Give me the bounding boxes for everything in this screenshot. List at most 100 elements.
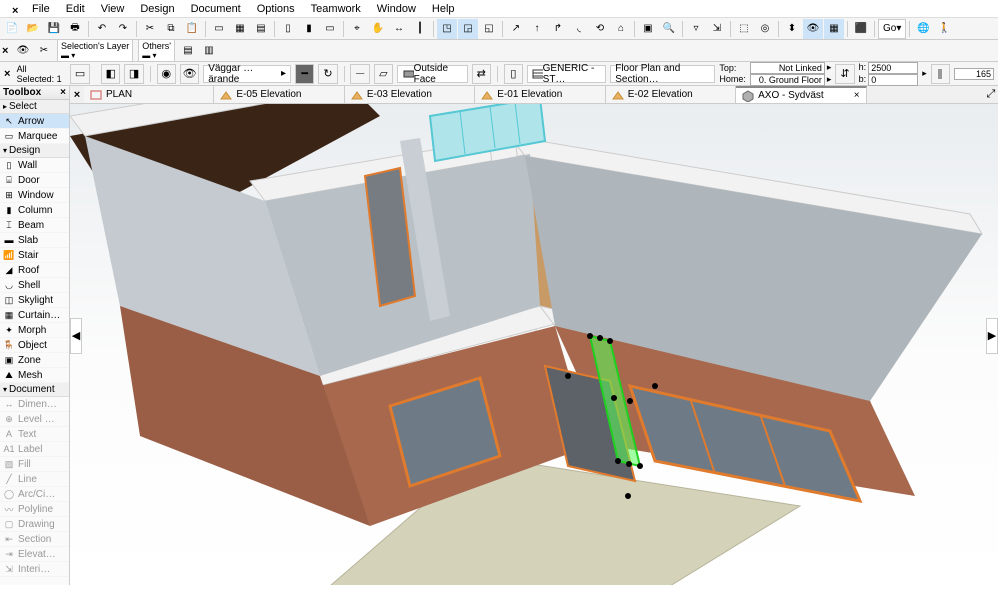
tool-label[interactable]: A1Label	[0, 442, 69, 457]
app-close-icon[interactable]: ×	[4, 3, 20, 15]
ref-line-field[interactable]: Outside Face	[397, 65, 468, 83]
save-icon[interactable]: 💾	[44, 19, 64, 39]
tool-slab[interactable]: ▬Slab	[0, 233, 69, 248]
tool-polyline[interactable]: 〰Polyline	[0, 502, 69, 517]
group-design[interactable]: ▾Design	[0, 144, 69, 158]
view-rotate-right-icon[interactable]: ▶	[986, 318, 998, 354]
vertical-icon[interactable]: ┃	[410, 19, 430, 39]
grid-c-icon[interactable]: ▭	[320, 19, 340, 39]
ruler-icon[interactable]: ↔	[389, 19, 409, 39]
tabs-close-icon[interactable]: ×	[70, 86, 84, 103]
tab-axo[interactable]: AXO - Sydväst ×	[736, 86, 866, 103]
tool-window[interactable]: ⊞Window	[0, 188, 69, 203]
person-icon[interactable]: 🚶	[934, 19, 954, 39]
others-layer-selector[interactable]: Others' ▬ ▾	[138, 39, 175, 62]
info-close-icon[interactable]: ×	[4, 68, 13, 80]
toolbox-close-icon[interactable]: ×	[60, 87, 66, 98]
tab-e05[interactable]: E-05 Elevation	[214, 86, 344, 103]
3d-viewport[interactable]: ◀ ▶	[70, 86, 998, 585]
floorplan-field[interactable]: Floor Plan and Section…	[610, 65, 715, 83]
tab-e01[interactable]: E-01 Elevation	[475, 86, 605, 103]
shading-icon[interactable]: ▥	[199, 41, 219, 61]
ref-b-icon[interactable]: ⏥	[374, 64, 393, 84]
menu-window[interactable]: Window	[369, 1, 424, 17]
tool-fill[interactable]: ▨Fill	[0, 457, 69, 472]
eye-icon[interactable]: 👁	[803, 19, 823, 39]
pick-icon[interactable]: ⌖	[347, 19, 367, 39]
tool-section[interactable]: ⇤Section	[0, 532, 69, 547]
arrow-curve-icon[interactable]: ↱	[548, 19, 568, 39]
tool-wall[interactable]: ▯Wall	[0, 158, 69, 173]
home-step-icon[interactable]: ▸	[827, 74, 832, 85]
top-step-icon[interactable]: ▸	[827, 62, 832, 73]
snap-a-icon[interactable]: ◳	[437, 19, 457, 39]
layer-stack-icon[interactable]: ◨	[124, 64, 143, 84]
rotate-icon[interactable]: ⟲	[590, 19, 610, 39]
hb-step-icon[interactable]: ▸	[922, 68, 927, 79]
tool-roof[interactable]: ◢Roof	[0, 263, 69, 278]
open-icon[interactable]: 📂	[23, 19, 43, 39]
wall-toggle-icon[interactable]: ▦	[824, 19, 844, 39]
menu-design[interactable]: Design	[132, 1, 182, 17]
tool-object[interactable]: 🪑Object	[0, 338, 69, 353]
grid-a-icon[interactable]: ▯	[278, 19, 298, 39]
tab-plan[interactable]: PLAN	[84, 86, 214, 103]
tool-marquee[interactable]: ▭Marquee	[0, 129, 69, 144]
tool-stair[interactable]: 📶Stair	[0, 248, 69, 263]
solid-line-icon[interactable]: ━	[295, 64, 314, 84]
brush-icon[interactable]: ▦	[230, 19, 250, 39]
home-icon[interactable]: ⌂	[611, 19, 631, 39]
rotate-cw-icon[interactable]: ↻	[318, 64, 337, 84]
tool-drawing[interactable]: ▢Drawing	[0, 517, 69, 532]
tool-door[interactable]: ⌸Door	[0, 173, 69, 188]
redo-icon[interactable]: ↷	[113, 19, 133, 39]
menu-file[interactable]: File	[24, 1, 58, 17]
target-icon[interactable]: ◎	[755, 19, 775, 39]
3d-cube-icon[interactable]: ⬛	[851, 19, 871, 39]
scissors-icon[interactable]: ✂	[34, 41, 54, 61]
elevation-icon[interactable]	[931, 64, 950, 84]
go-dropdown[interactable]: Go ▾	[878, 19, 906, 39]
arc-icon[interactable]: ◟	[569, 19, 589, 39]
layer-field[interactable]: Väggar …ärande ▸	[203, 65, 291, 83]
eye2-icon[interactable]: 👁	[180, 64, 199, 84]
view-rotate-left-icon[interactable]: ◀	[70, 318, 82, 354]
tool-elevation[interactable]: ⇥Elevat…	[0, 547, 69, 562]
arrow-up-icon[interactable]: ↑	[527, 19, 547, 39]
snap-c-icon[interactable]: ◱	[479, 19, 499, 39]
cut-icon[interactable]: ✂	[140, 19, 160, 39]
group-document[interactable]: ▾Document	[0, 383, 69, 397]
tree-icon[interactable]: ⇲	[707, 19, 727, 39]
tool-text[interactable]: AText	[0, 427, 69, 442]
row2-close-icon[interactable]: ×	[2, 45, 12, 57]
tool-beam[interactable]: ⌶Beam	[0, 218, 69, 233]
tab-e03[interactable]: E-03 Elevation	[345, 86, 475, 103]
h-field[interactable]	[868, 62, 918, 74]
ref-a-icon[interactable]: ⏤	[350, 64, 369, 84]
menu-document[interactable]: Document	[183, 1, 249, 17]
layer-cube-icon[interactable]: ◧	[101, 64, 120, 84]
search-icon[interactable]: 🔍	[659, 19, 679, 39]
paint-icon[interactable]: ⬚	[734, 19, 754, 39]
wall-tool-btn[interactable]: ▭	[70, 64, 89, 84]
height-icon[interactable]: ⇵	[835, 64, 854, 84]
home-link-field[interactable]	[750, 74, 825, 86]
tool-level[interactable]: ⊕Level …	[0, 412, 69, 427]
tool-arrow[interactable]: ↖Arrow	[0, 114, 69, 129]
layers-icon[interactable]: ▣	[638, 19, 658, 39]
tool-shell[interactable]: ◡Shell	[0, 278, 69, 293]
menu-edit[interactable]: Edit	[58, 1, 93, 17]
composite-field[interactable]: GENERIC - ST…	[527, 65, 606, 83]
paste-icon[interactable]: 📋	[182, 19, 202, 39]
undo-icon[interactable]: ↶	[92, 19, 112, 39]
menu-options[interactable]: Options	[249, 1, 303, 17]
tool-mesh[interactable]: ⛰Mesh	[0, 368, 69, 383]
tool-dimension[interactable]: ↔Dimen…	[0, 397, 69, 412]
tool-interior[interactable]: ⇲Interi…	[0, 562, 69, 577]
menu-teamwork[interactable]: Teamwork	[303, 1, 369, 17]
tool-curtain[interactable]: ▦Curtain…	[0, 308, 69, 323]
eye-tool-icon[interactable]: 👁	[13, 41, 33, 61]
menu-help[interactable]: Help	[424, 1, 463, 17]
tool-skylight[interactable]: ◫Skylight	[0, 293, 69, 308]
tool-zone[interactable]: ▣Zone	[0, 353, 69, 368]
